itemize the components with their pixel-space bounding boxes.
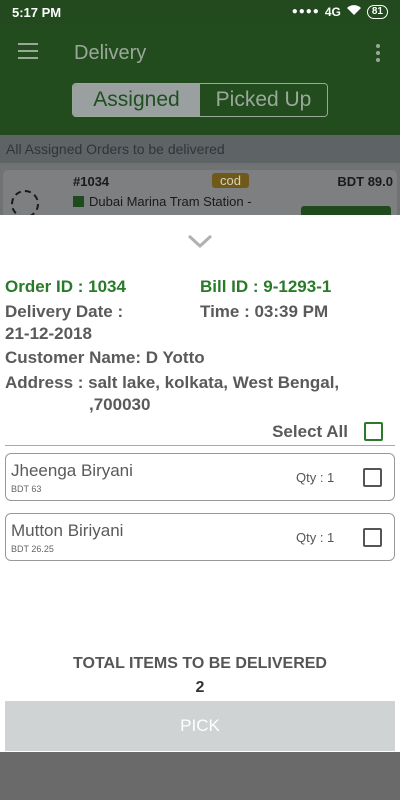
delivery-date-label: Delivery Date : — [5, 302, 124, 321]
location-marker-icon — [73, 196, 84, 207]
select-all-label: Select All — [272, 422, 348, 441]
bill-id: Bill ID : 9-1293-1 — [200, 277, 332, 296]
item-quantity: Qty : 1 — [296, 470, 335, 485]
system-nav-bar — [0, 752, 400, 800]
total-items-value: 2 — [195, 679, 205, 696]
item-checkbox[interactable] — [363, 468, 382, 487]
list-item: Jheenga Biryani BDT 63 Qty : 1 — [5, 453, 395, 501]
tab-picked-up[interactable]: Picked Up — [200, 84, 327, 116]
item-price: BDT 63 — [11, 484, 42, 494]
status-time: 5:17 PM — [12, 5, 62, 20]
payment-badge: cod — [212, 173, 249, 188]
app-title: Delivery — [74, 42, 147, 64]
delivery-date: 21-12-2018 — [5, 324, 92, 343]
select-all-checkbox[interactable] — [364, 422, 383, 441]
background-order-address: Dubai Marina Tram Station - — [73, 194, 252, 209]
status-bar: 5:17 PM ●●●● 4G 81 — [0, 0, 400, 25]
background-order-number: #1034 — [73, 174, 110, 189]
list-item: Mutton Biriyani BDT 26.25 Qty : 1 — [5, 513, 395, 561]
tab-assigned[interactable]: Assigned — [73, 84, 200, 116]
menu-icon[interactable] — [18, 43, 38, 59]
status-icons: ●●●● 4G 81 — [292, 4, 388, 19]
app-bar: Delivery — [0, 25, 400, 83]
divider — [5, 445, 395, 446]
list-subheader: All Assigned Orders to be delivered — [0, 135, 400, 163]
item-name: Mutton Biriyani — [11, 521, 124, 540]
background-order-card: #1034 cod BDT 89.0 Dubai Marina Tram Sta… — [3, 170, 397, 220]
chevron-down-icon[interactable] — [186, 233, 214, 254]
pick-button[interactable]: PICK — [5, 701, 395, 751]
item-price: BDT 26.25 — [11, 544, 54, 554]
address-line-2: ,700030 — [89, 395, 151, 414]
order-detail-sheet: Order ID : 1034 Bill ID : 9-1293-1 Deliv… — [0, 215, 400, 752]
network-type: 4G — [324, 4, 341, 19]
delivery-time: Time : 03:39 PM — [200, 302, 329, 321]
tab-group: Assigned Picked Up — [72, 83, 328, 117]
background-order-amount: BDT 89.0 — [337, 174, 393, 189]
tabs-area: Assigned Picked Up — [0, 83, 400, 135]
order-progress-icon — [11, 190, 39, 218]
background-address-text: Dubai Marina Tram Station - — [89, 194, 252, 209]
signal-icon: ●●●● — [291, 6, 320, 17]
total-items-label: TOTAL ITEMS TO BE DELIVERED — [73, 655, 327, 672]
battery-indicator: 81 — [366, 4, 388, 19]
customer-name: Customer Name: D Yotto — [5, 348, 205, 367]
item-name: Jheenga Biryani — [11, 461, 133, 480]
more-options-icon[interactable] — [376, 44, 380, 65]
item-quantity: Qty : 1 — [296, 530, 335, 545]
address-line-1: Address : salt lake, kolkata, West Benga… — [5, 373, 340, 392]
background-order-list: #1034 cod BDT 89.0 Dubai Marina Tram Sta… — [0, 163, 400, 220]
item-checkbox[interactable] — [363, 528, 382, 547]
wifi-icon — [346, 4, 362, 19]
order-id: Order ID : 1034 — [5, 277, 126, 296]
